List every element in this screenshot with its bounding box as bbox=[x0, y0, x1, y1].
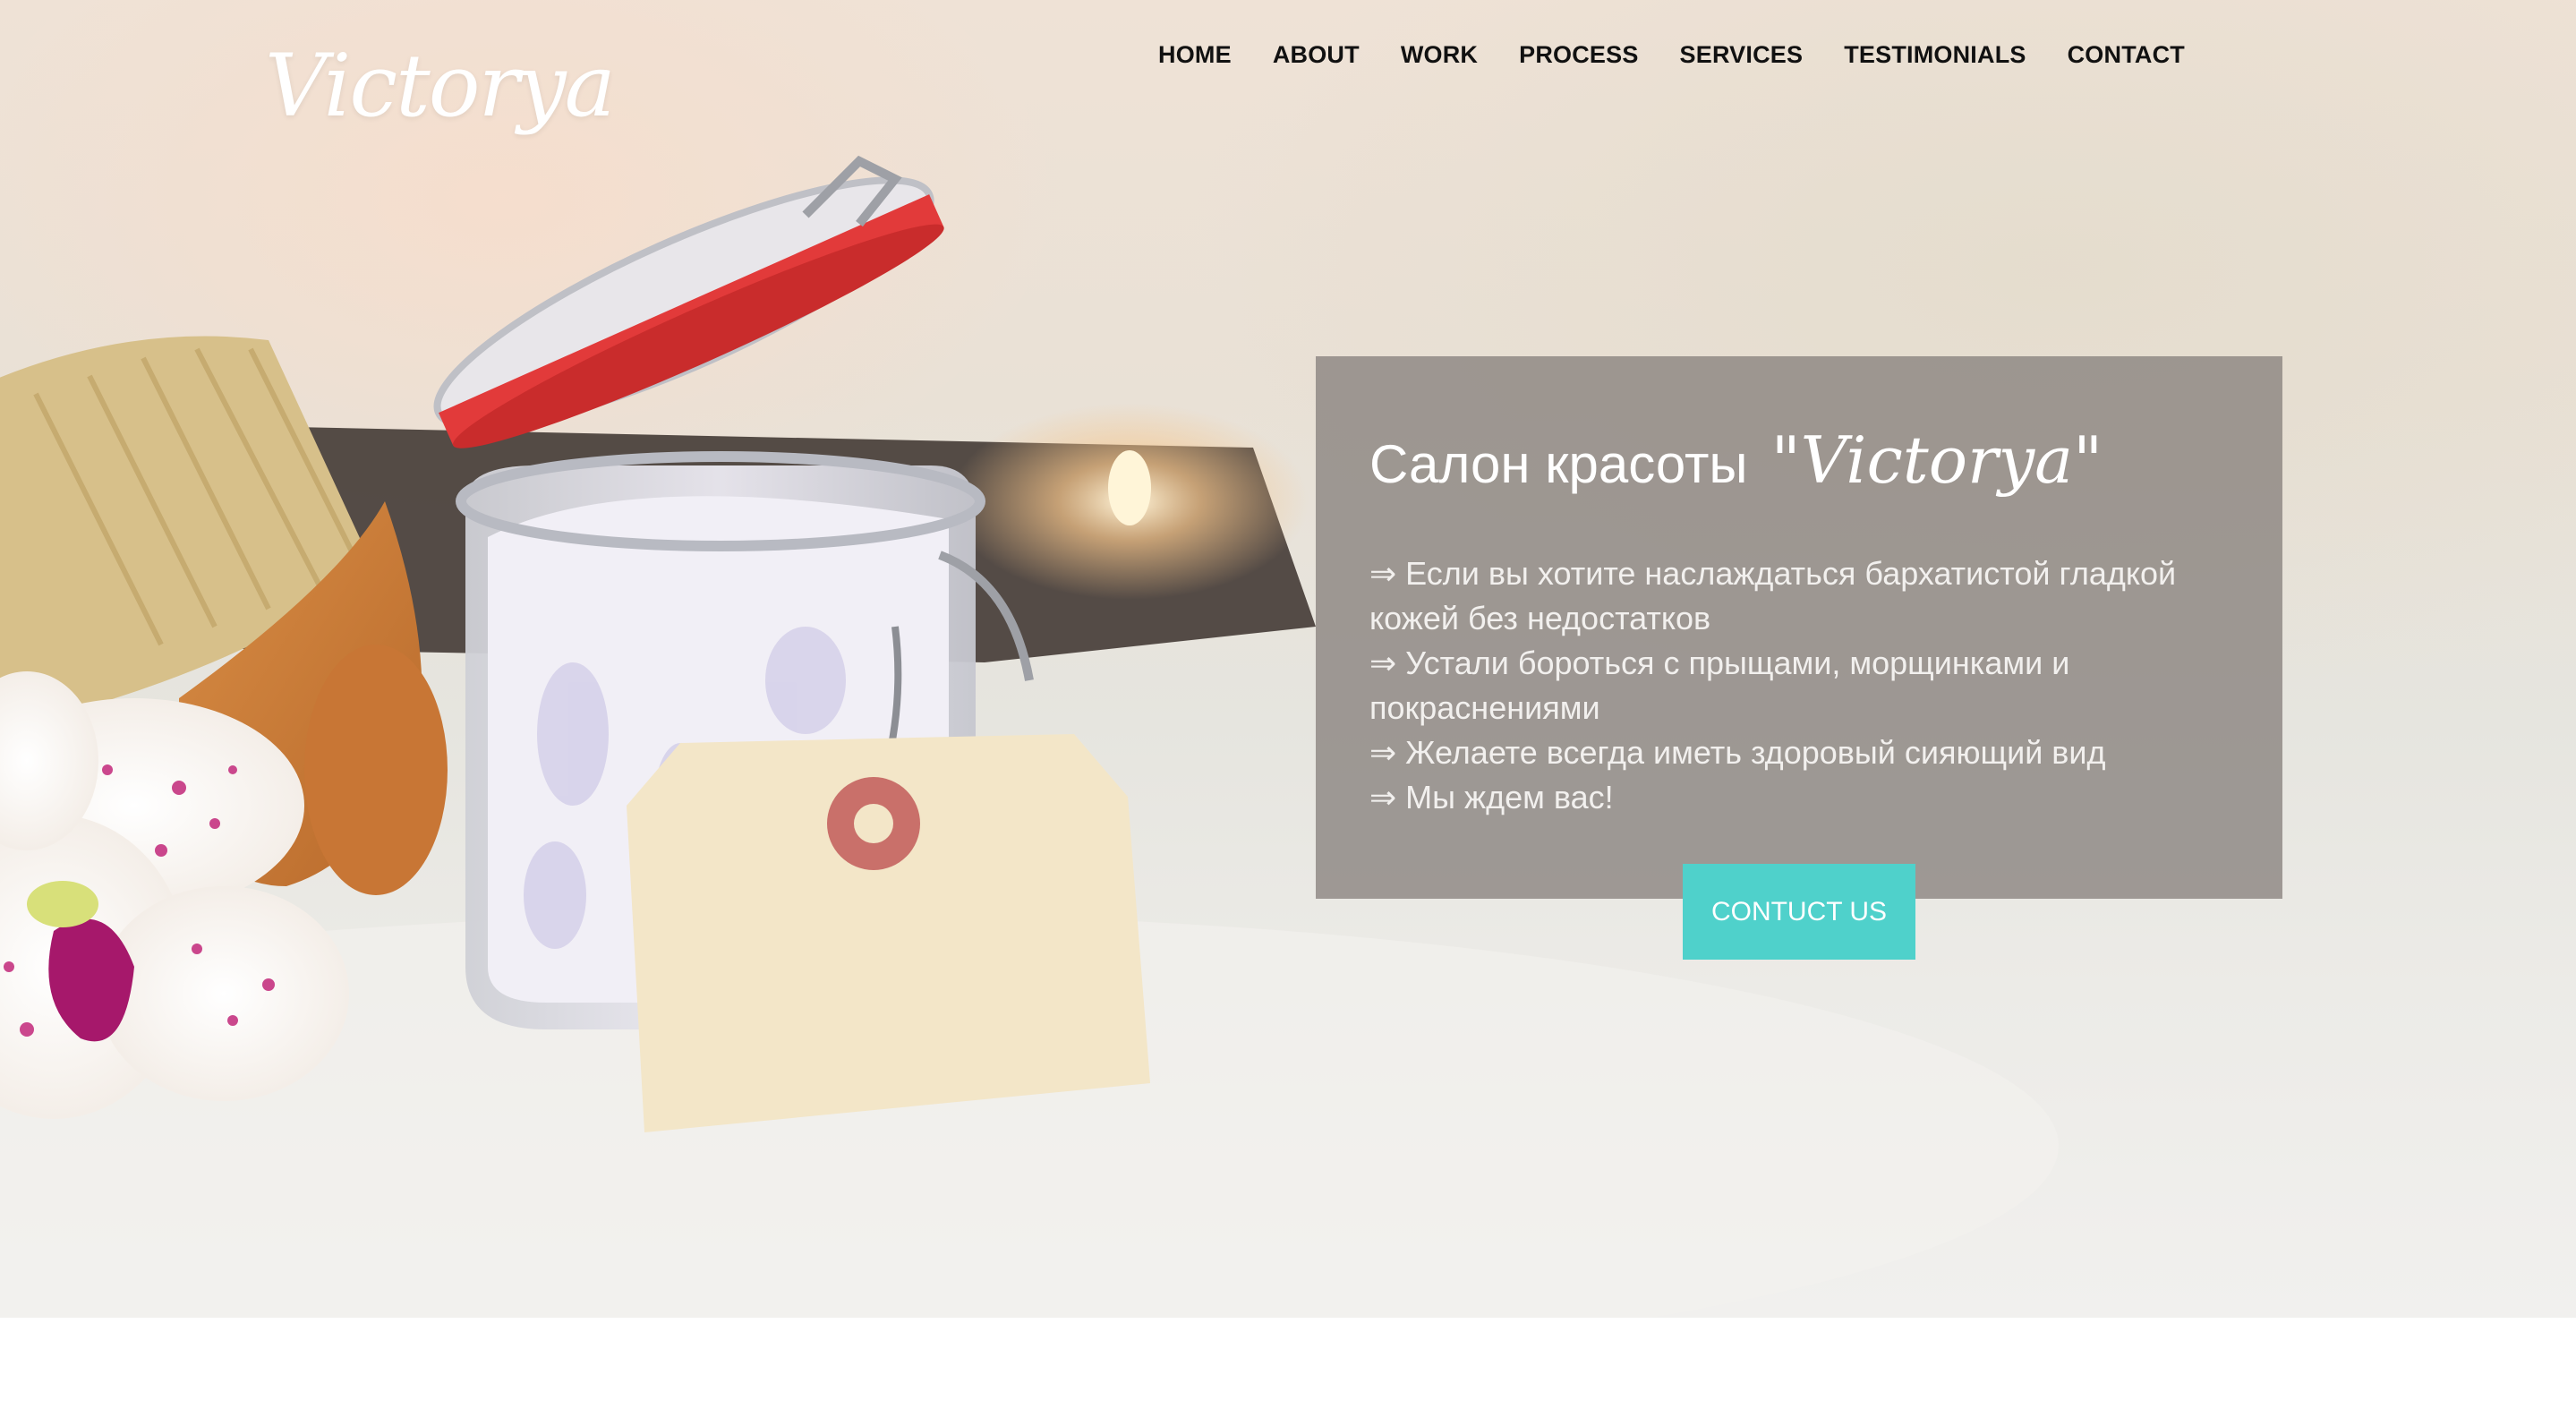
main-nav: HOME ABOUT WORK PROCESS SERVICES TESTIMO… bbox=[1158, 41, 2185, 69]
hero-benefit-item: ⇒ Желаете всегда иметь здоровый сияющий … bbox=[1369, 734, 2106, 771]
hero-benefit-item: ⇒ Если вы хотите наслаждаться бархатисто… bbox=[1369, 555, 2177, 636]
hero-title-plain: Салон красоты bbox=[1369, 434, 1748, 494]
hero-benefit-item: ⇒ Мы ждем вас! bbox=[1369, 779, 1614, 816]
nav-item-contact[interactable]: CONTACT bbox=[2068, 41, 2185, 69]
site-logo[interactable]: Victorya bbox=[265, 36, 616, 136]
contact-us-button[interactable]: CONTUCT US bbox=[1683, 864, 1915, 960]
hero-title: Салон красоты "Victorya" bbox=[1369, 423, 2103, 498]
nav-item-home[interactable]: HOME bbox=[1158, 41, 1232, 69]
hero-section: Victorya HOME ABOUT WORK PROCESS SERVICE… bbox=[0, 0, 2576, 1318]
nav-item-testimonials[interactable]: TESTIMONIALS bbox=[1844, 41, 2026, 69]
nav-item-work[interactable]: WORK bbox=[1401, 41, 1478, 69]
hero-title-script: "Victorya" bbox=[1770, 423, 2103, 498]
nav-item-about[interactable]: ABOUT bbox=[1273, 41, 1360, 69]
nav-item-process[interactable]: PROCESS bbox=[1519, 41, 1638, 69]
nav-item-services[interactable]: SERVICES bbox=[1680, 41, 1804, 69]
hero-benefit-item: ⇒ Устали бороться с прыщами, морщинками … bbox=[1369, 645, 2070, 726]
hero-benefits-list: ⇒ Если вы хотите наслаждаться бархатисто… bbox=[1369, 551, 2256, 820]
hero-info-panel: Салон красоты "Victorya" ⇒ Если вы хотите… bbox=[1316, 356, 2282, 899]
